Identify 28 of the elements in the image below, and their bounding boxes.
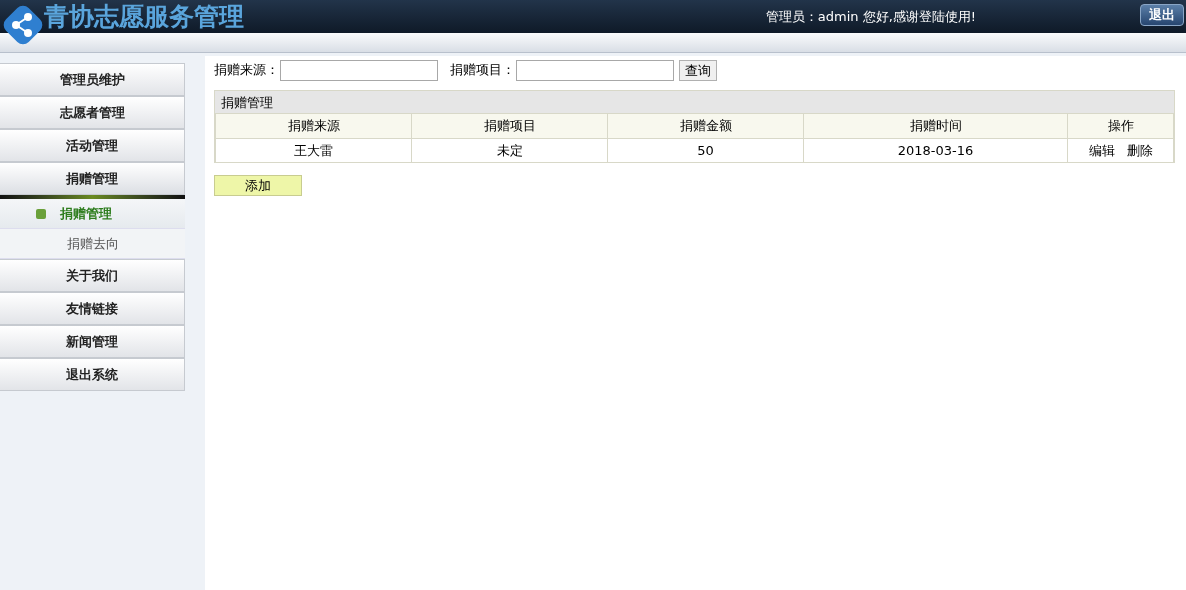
logout-button[interactable]: 退出 <box>1140 4 1184 26</box>
column-header: 捐赠金额 <box>607 114 804 138</box>
column-header: 捐赠时间 <box>803 114 1068 138</box>
app-title: 青协志愿服务管理 <box>44 0 244 33</box>
field-label: 捐赠项目： <box>450 61 515 80</box>
search-button[interactable]: 查询 <box>679 59 717 81</box>
input-field[interactable] <box>280 59 438 81</box>
column-header: 捐赠项目 <box>411 114 608 138</box>
submenu-item[interactable]: 捐赠去向 <box>0 229 185 259</box>
action-link[interactable]: 编辑 <box>1088 142 1115 158</box>
action-link[interactable]: 删除 <box>1126 142 1153 158</box>
sidebar-item[interactable]: 活动管理 <box>0 129 185 162</box>
add-button[interactable]: 添加 <box>214 175 302 196</box>
greeting-text: 管理员：admin 您好,感谢登陆使用! <box>765 7 976 26</box>
sidebar-item[interactable]: 管理员维护 <box>0 63 185 96</box>
sidebar-item[interactable]: 新闻管理 <box>0 325 185 358</box>
input-field[interactable] <box>516 59 674 81</box>
column-header: 捐赠来源 <box>215 114 412 138</box>
table-cell: 王大雷 <box>215 138 412 162</box>
sidebar-item[interactable]: 友情链接 <box>0 292 185 325</box>
submenu-item[interactable]: 捐赠管理 <box>0 199 185 229</box>
table-caption: 捐赠管理 <box>215 91 1174 114</box>
sidebar-item[interactable]: 志愿者管理 <box>0 96 185 129</box>
sidebar-item[interactable]: 退出系统 <box>0 358 185 391</box>
column-header: 操作 <box>1067 114 1174 138</box>
sidebar-item[interactable]: 关于我们 <box>0 259 185 292</box>
field-label: 捐赠来源： <box>214 61 279 80</box>
sidebar-item[interactable]: 捐赠管理 <box>0 162 185 195</box>
